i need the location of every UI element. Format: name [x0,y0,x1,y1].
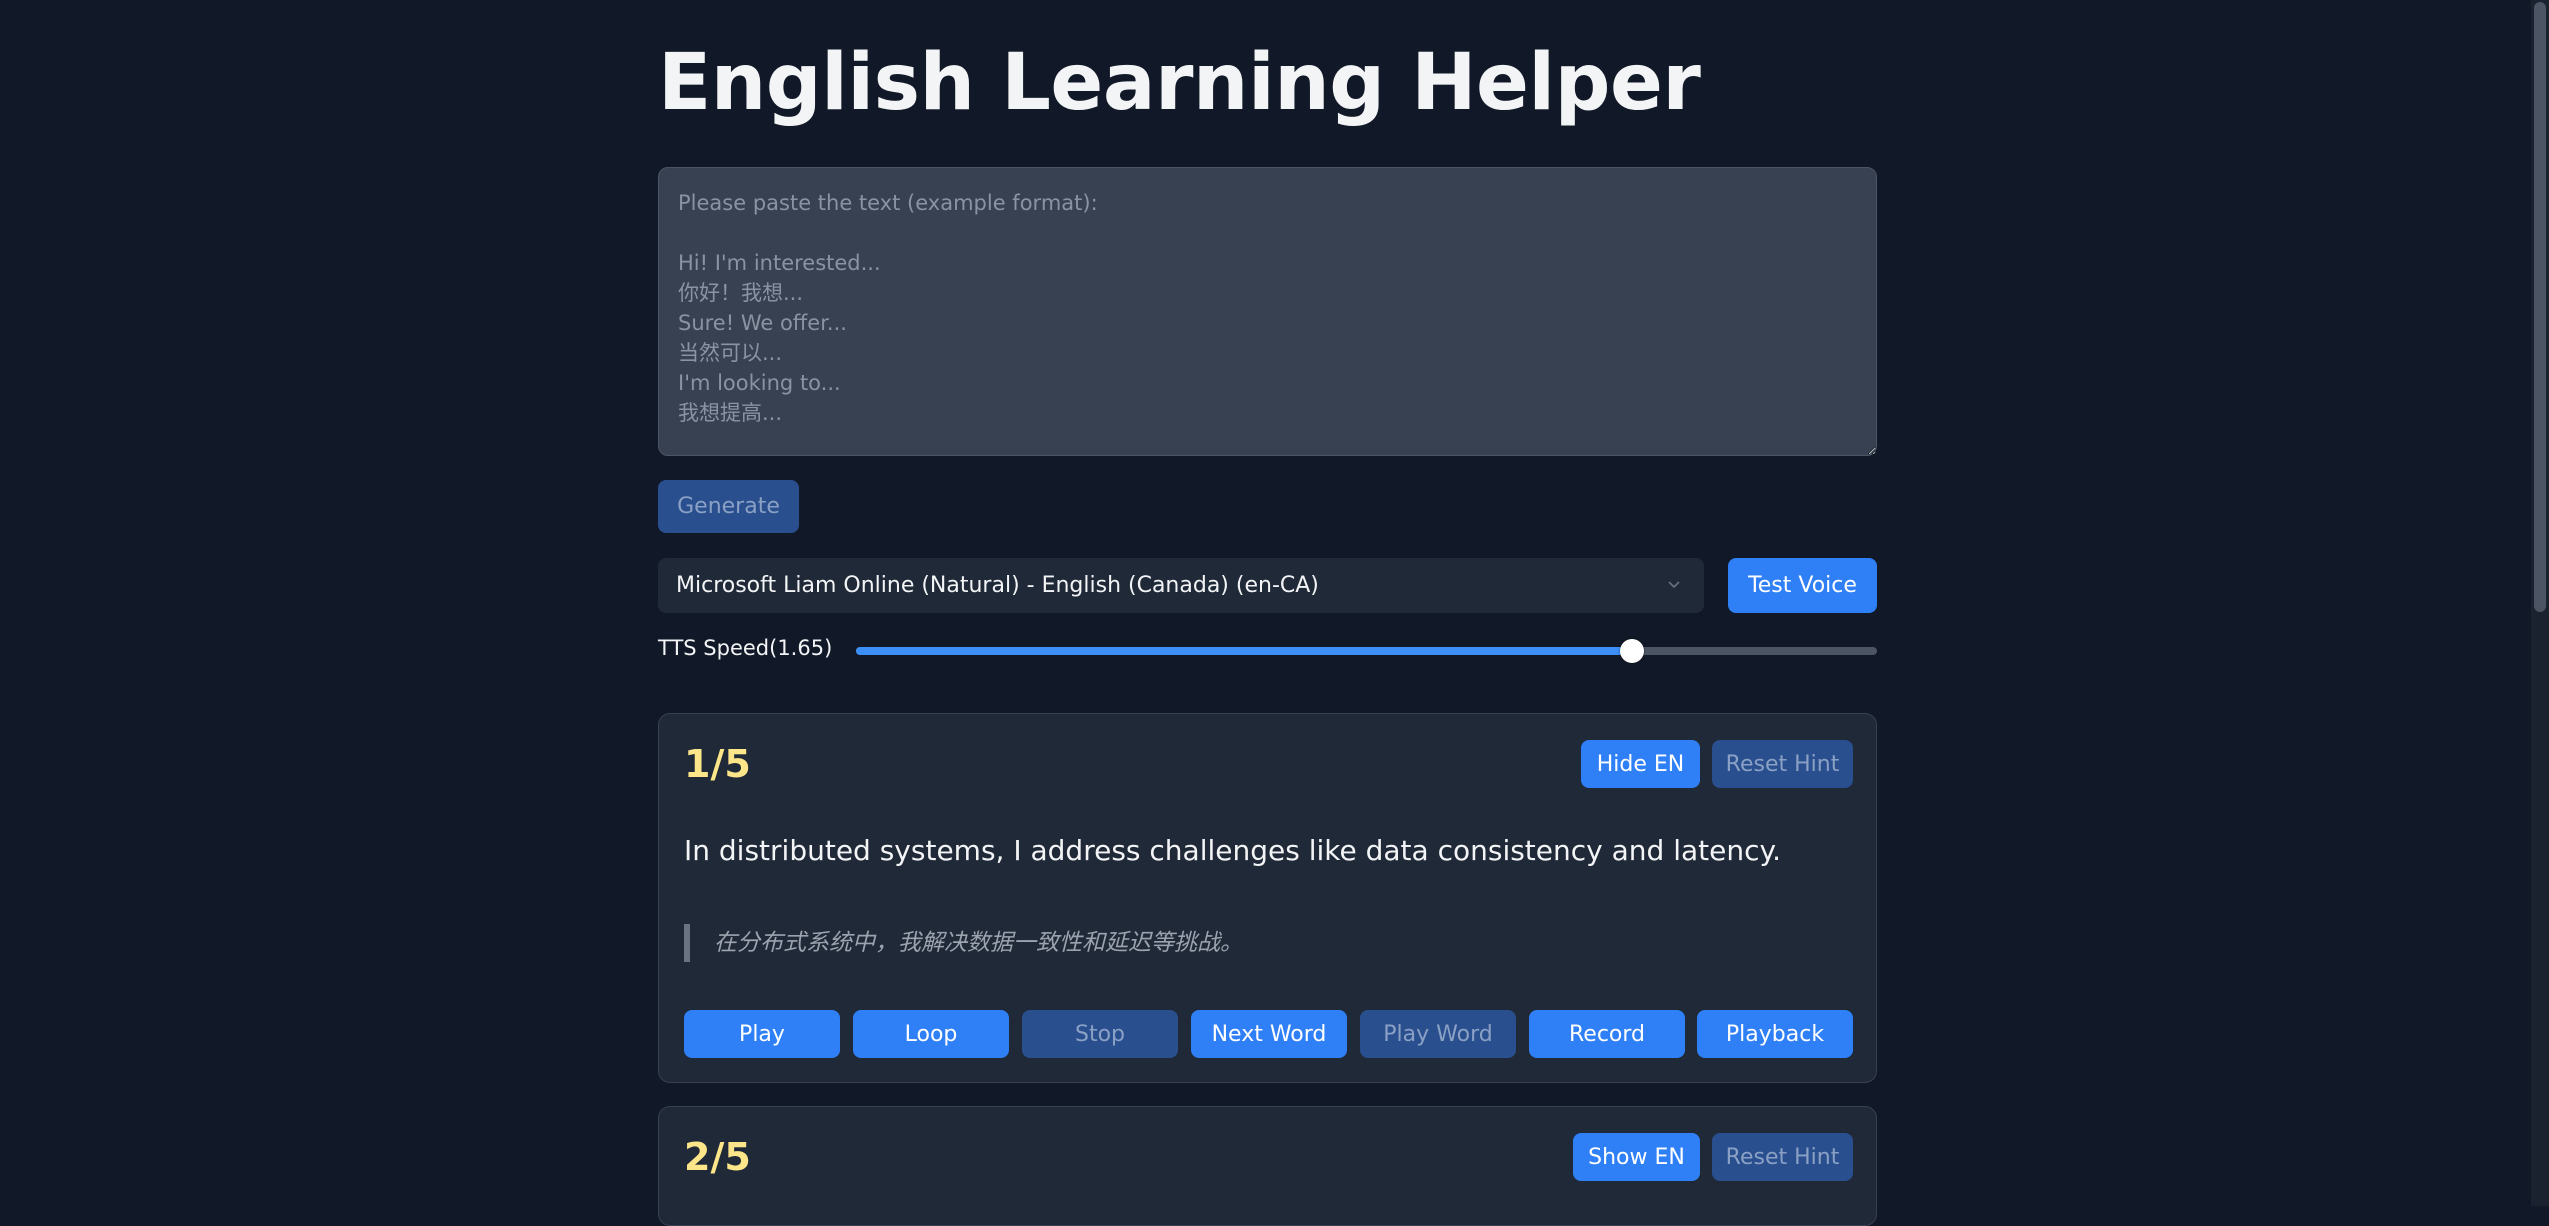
page-scrollbar[interactable] [2531,0,2549,1206]
loop-button[interactable]: Loop [853,1010,1009,1058]
record-button[interactable]: Record [1529,1010,1685,1058]
stop-button[interactable]: Stop [1022,1010,1178,1058]
chinese-translation: 在分布式系统中，我解决数据一致性和延迟等挑战。 [684,924,1243,962]
hide-en-button[interactable]: Hide EN [1581,740,1700,788]
page-scrollbar-thumb[interactable] [2534,2,2546,612]
test-voice-button[interactable]: Test Voice [1728,558,1877,613]
sentence-card: 2/5 Show EN Reset Hint [658,1106,1877,1226]
tts-speed-slider-thumb[interactable] [1619,639,1644,663]
tts-speed-row: TTS Speed(1.65) [658,636,1877,666]
sentence-card: 1/5 Hide EN Reset Hint In distributed sy… [658,713,1877,1083]
play-button[interactable]: Play [684,1010,840,1058]
card-counter: 2/5 [684,1135,751,1179]
tts-speed-slider-fill [856,647,1632,655]
generate-button[interactable]: Generate [658,480,799,533]
playback-button[interactable]: Playback [1697,1010,1853,1058]
reset-hint-button[interactable]: Reset Hint [1712,740,1853,788]
page-title: English Learning Helper [658,38,1701,128]
next-word-button[interactable]: Next Word [1191,1010,1347,1058]
show-en-button[interactable]: Show EN [1573,1133,1700,1181]
voice-select[interactable]: Microsoft Liam Online (Natural) - Englis… [658,558,1704,613]
reset-hint-button[interactable]: Reset Hint [1712,1133,1853,1181]
english-sentence: In distributed systems, I address challe… [684,834,1781,867]
card-counter: 1/5 [684,742,751,786]
voice-select-value: Microsoft Liam Online (Natural) - Englis… [676,573,1319,598]
chevron-down-icon [1668,581,1680,589]
tts-speed-slider[interactable] [856,639,1877,663]
text-input[interactable] [658,167,1877,456]
play-word-button[interactable]: Play Word [1360,1010,1516,1058]
tts-speed-label: TTS Speed(1.65) [658,636,833,660]
card-actions: Play Loop Stop Next Word Play Word Recor… [684,1010,1853,1058]
